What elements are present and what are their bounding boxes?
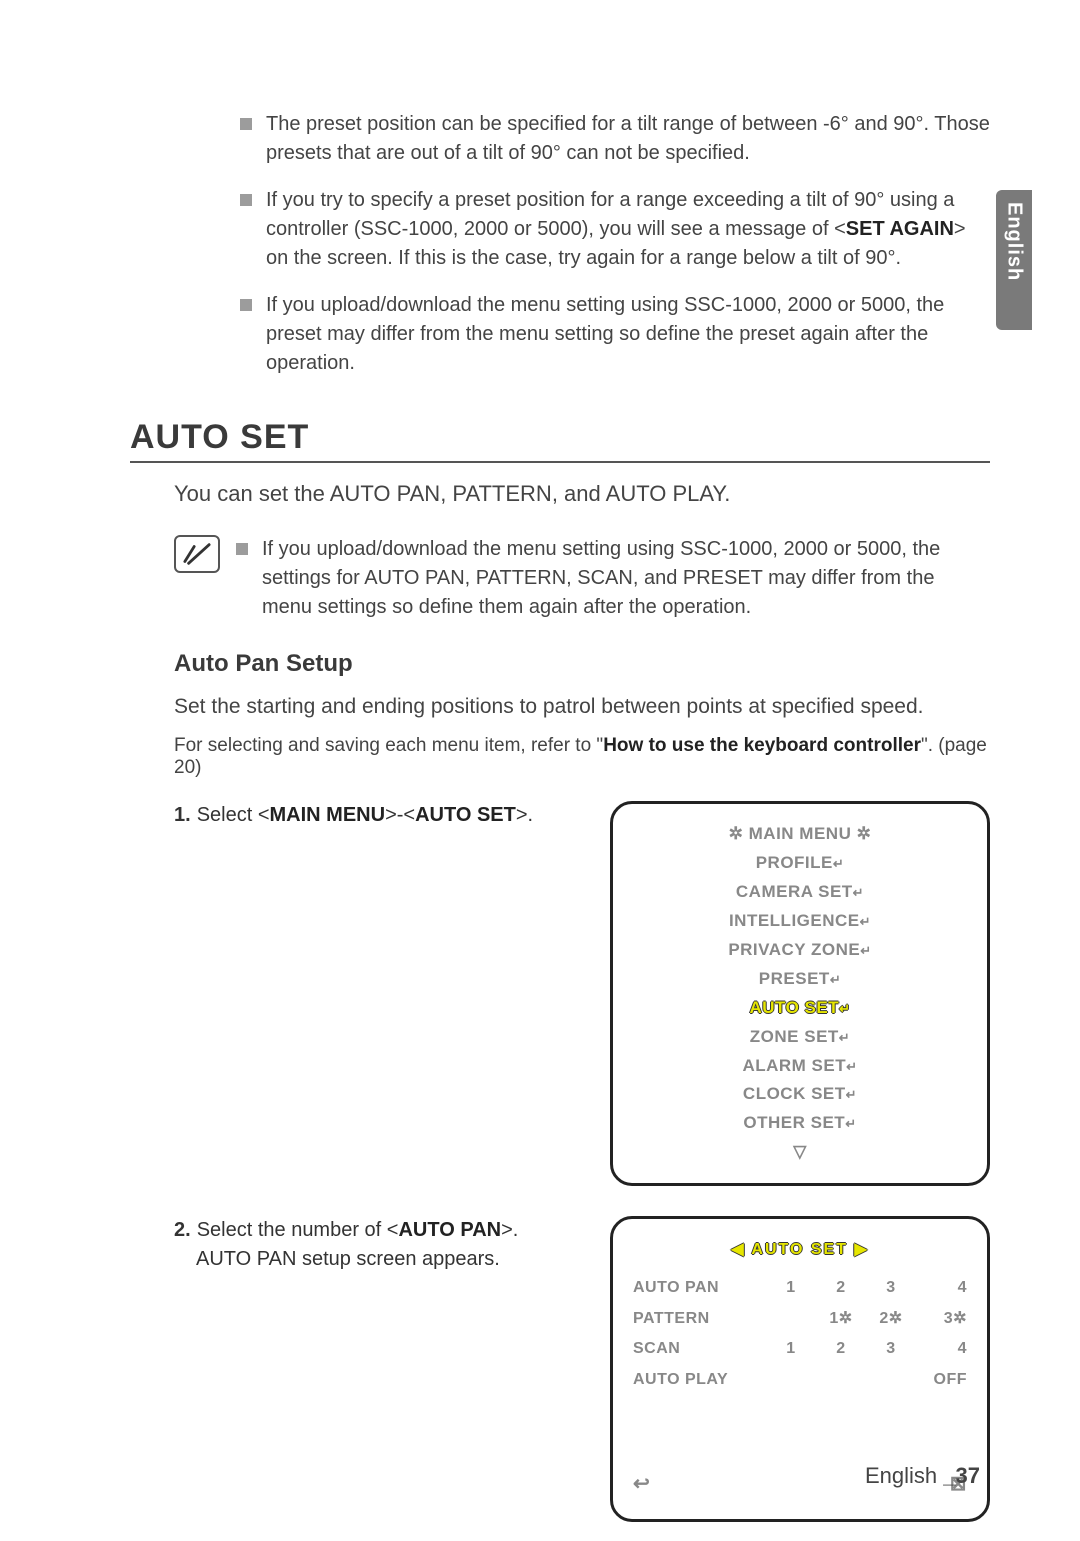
- back-icon: ↩: [633, 1465, 650, 1503]
- language-side-tab: English: [996, 190, 1032, 330]
- square-bullet-icon: [240, 299, 252, 311]
- ref-pre: For selecting and saving each menu item,…: [174, 735, 603, 756]
- osd-item: PRESET↵: [633, 965, 967, 994]
- osd-table-title: ◀ AUTO SET ▶: [633, 1235, 967, 1265]
- page-footer: English _37: [865, 1463, 980, 1489]
- list-item: If you try to specify a preset position …: [240, 186, 990, 273]
- row-label: PATTERN: [633, 1304, 763, 1334]
- bullet-text: The preset position can be specified for…: [266, 110, 990, 168]
- square-bullet-icon: [240, 118, 252, 130]
- step-1-text: 1. Select <MAIN MENU>-<AUTO SET>.: [174, 801, 590, 830]
- note-text: If you upload/download the menu setting …: [262, 535, 990, 622]
- row-label: SCAN: [633, 1334, 763, 1364]
- table-row: AUTO PLAY OFF: [633, 1365, 967, 1395]
- square-bullet-icon: [240, 194, 252, 206]
- table-row: PATTERN 1✲2✲3✲: [633, 1304, 967, 1334]
- osd-scroll-down-icon: ▽: [633, 1138, 967, 1167]
- intro-text: You can set the AUTO PAN, PATTERN, and A…: [174, 481, 990, 507]
- osd-item: INTELLIGENCE↵: [633, 907, 967, 936]
- step-body-a: Select the number of <AUTO PAN>.: [197, 1219, 519, 1241]
- table-row: AUTO PAN 1234: [633, 1273, 967, 1303]
- side-tab-label: English: [1003, 202, 1026, 281]
- subsection-body: Set the starting and ending positions to…: [174, 692, 990, 721]
- osd-title: ✲ MAIN MENU ✲: [633, 820, 967, 849]
- osd-item: CLOCK SET↵: [633, 1080, 967, 1109]
- ref-bold: How to use the keyboard controller: [603, 735, 921, 756]
- step-1-row: 1. Select <MAIN MENU>-<AUTO SET>. ✲ MAIN …: [174, 801, 990, 1186]
- note-icon: [174, 535, 220, 573]
- osd-item-selected: AUTO SET↵: [633, 994, 967, 1023]
- footer-language: English: [865, 1463, 937, 1488]
- step-number: 2.: [174, 1219, 191, 1241]
- footer-page-number: _37: [943, 1463, 980, 1488]
- list-item: The preset position can be specified for…: [240, 110, 990, 168]
- step-body: Select <MAIN MENU>-<AUTO SET>.: [197, 804, 533, 826]
- osd-item: ZONE SET↵: [633, 1023, 967, 1052]
- row-label: AUTO PAN: [633, 1273, 763, 1303]
- step-2-text: 2. Select the number of <AUTO PAN>. AUTO …: [174, 1216, 590, 1274]
- osd-item: CAMERA SET↵: [633, 878, 967, 907]
- section-heading-auto-set: AUTO SET: [130, 418, 990, 463]
- osd-item: PROFILE↵: [633, 849, 967, 878]
- square-bullet-icon: [236, 543, 248, 555]
- list-item: If you upload/download the menu setting …: [240, 291, 990, 378]
- osd-item: OTHER SET↵: [633, 1109, 967, 1138]
- step-number: 1.: [174, 804, 191, 826]
- osd-item: PRIVACY ZONE↵: [633, 936, 967, 965]
- step-body-b: AUTO PAN setup screen appears.: [196, 1245, 500, 1274]
- osd-main-menu: ✲ MAIN MENU ✲ PROFILE↵ CAMERA SET↵ INTEL…: [610, 801, 990, 1186]
- bullet-text: If you upload/download the menu setting …: [266, 291, 990, 378]
- osd-item: ALARM SET↵: [633, 1052, 967, 1081]
- top-notes-list: The preset position can be specified for…: [240, 110, 990, 378]
- row-label: AUTO PLAY: [633, 1365, 763, 1395]
- table-row: SCAN 1234: [633, 1334, 967, 1364]
- bullet-text: If you try to specify a preset position …: [266, 186, 990, 273]
- subsection-heading: Auto Pan Setup: [174, 650, 990, 678]
- reference-line: For selecting and saving each menu item,…: [174, 735, 990, 779]
- note-block: If you upload/download the menu setting …: [174, 535, 990, 622]
